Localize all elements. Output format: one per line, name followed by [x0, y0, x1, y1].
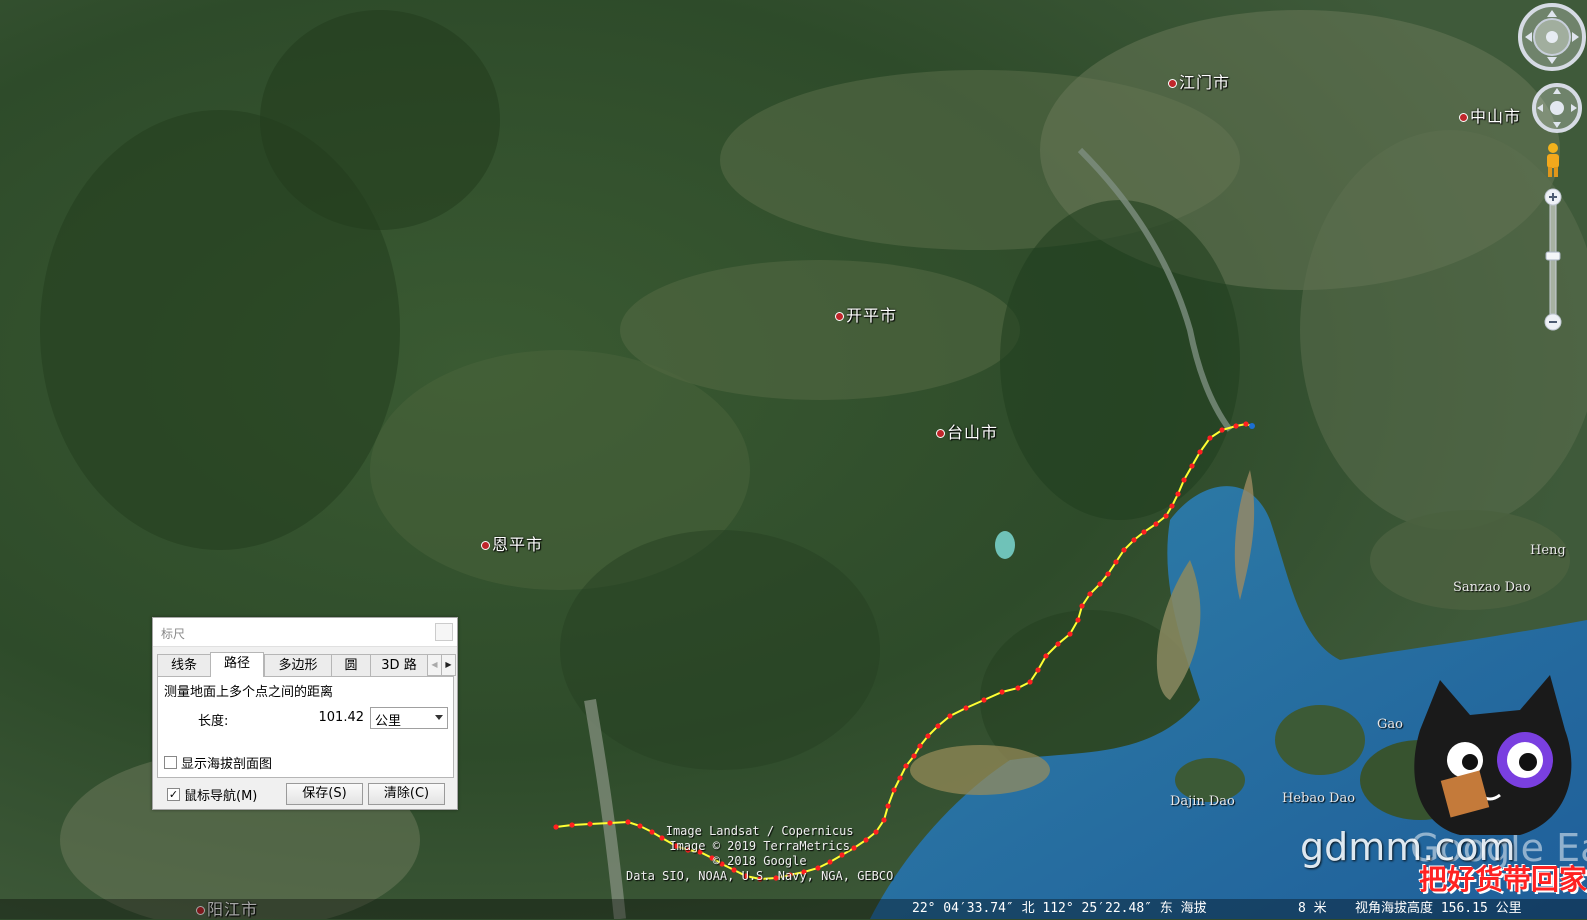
chevron-right-icon[interactable]: ▶ — [441, 654, 456, 676]
path-vertex[interactable] — [891, 787, 897, 793]
path-vertex[interactable] — [1015, 685, 1021, 691]
path-vertex[interactable] — [569, 822, 575, 828]
path-vertex[interactable] — [1189, 463, 1195, 469]
tab-scroller: ◀ ▶ — [427, 654, 456, 676]
status-bar: 22° 04′33.74″ 北 112° 25′22.48″ 东 海拔 8 米 … — [0, 899, 1587, 919]
place-marker-icon — [936, 429, 945, 438]
unit-selected: 公里 — [375, 714, 402, 729]
imagery-credits: Image Landsat / Copernicus Image © 2019 … — [626, 824, 894, 883]
path-vertex[interactable] — [1121, 547, 1127, 553]
path-vertex[interactable] — [1175, 491, 1181, 497]
path-vertex[interactable] — [881, 817, 887, 823]
path-vertex[interactable] — [897, 775, 903, 781]
elevation-profile-checkbox[interactable] — [164, 756, 177, 769]
path-vertex[interactable] — [1105, 571, 1111, 577]
unit-select[interactable]: 公里 — [370, 707, 448, 729]
city-label[interactable]: 台山市 — [936, 419, 998, 443]
path-vertex[interactable] — [999, 689, 1005, 695]
path-vertex[interactable] — [1169, 503, 1175, 509]
place-marker-icon — [1459, 113, 1468, 122]
path-vertex[interactable] — [1181, 477, 1187, 483]
save-button[interactable]: 保存(S) — [286, 783, 363, 805]
path-vertex[interactable] — [1067, 631, 1073, 637]
path-vertex[interactable] — [587, 821, 593, 827]
path-vertex[interactable] — [885, 803, 891, 809]
dialog-title: 标尺 — [161, 627, 186, 641]
tab-line[interactable]: 线条 — [157, 654, 211, 676]
tab-circle[interactable]: 圆 — [331, 654, 371, 676]
path-vertex[interactable] — [1087, 591, 1093, 597]
eye-altitude: 视角海拔高度 156.15 公里 — [1355, 901, 1522, 916]
pointer-coordinates: 22° 04′33.74″ 北 112° 25′22.48″ 东 海拔 — [912, 901, 1207, 916]
panel-description: 测量地面上多个点之间的距离 — [164, 685, 334, 700]
tab-polygon[interactable]: 多边形 — [264, 654, 332, 676]
path-vertex[interactable] — [1079, 603, 1085, 609]
path-vertex[interactable] — [935, 723, 941, 729]
mouse-navigation-checkbox[interactable]: ✓ — [167, 788, 180, 801]
length-label: 长度: — [198, 714, 229, 729]
dialog-titlebar[interactable]: 标尺 — [153, 618, 457, 647]
island-label: Sanzao Dao — [1453, 580, 1531, 595]
pointer-elevation: 8 米 — [1298, 901, 1327, 916]
mouse-navigation-label: 鼠标导航(M) — [184, 789, 258, 804]
chevron-left-icon[interactable]: ◀ — [427, 654, 442, 676]
city-label[interactable]: 恩平市 — [481, 531, 543, 555]
path-vertex[interactable] — [1153, 521, 1159, 527]
path-vertex[interactable] — [925, 733, 931, 739]
close-button[interactable] — [435, 623, 453, 641]
path-vertex[interactable] — [1097, 581, 1103, 587]
ruler-dialog[interactable]: 标尺 线条 路径 多边形 圆 3D 路 ◀ ▶ 测量地面上多个点之间的距离 长度… — [152, 617, 458, 810]
path-vertex[interactable] — [553, 824, 559, 830]
city-label[interactable]: 江门市 — [1168, 69, 1230, 93]
path-vertex[interactable] — [911, 753, 917, 759]
path-vertex[interactable] — [1113, 559, 1119, 565]
path-vertex[interactable] — [1207, 435, 1213, 441]
zoom-slider[interactable] — [1543, 188, 1563, 332]
path-vertex[interactable] — [1035, 667, 1041, 673]
city-label[interactable]: 开平市 — [835, 302, 897, 326]
path-vertex[interactable] — [1233, 423, 1239, 429]
island-label: Heng — [1530, 543, 1566, 558]
path-vertex[interactable] — [1043, 653, 1049, 659]
path-vertex[interactable] — [947, 713, 953, 719]
path-vertex[interactable] — [903, 763, 909, 769]
promo-banner: 把好货带回家 — [1418, 863, 1587, 896]
path-vertex[interactable] — [1075, 617, 1081, 623]
length-value: 101.42 — [318, 710, 365, 725]
path-vertex[interactable] — [1027, 679, 1033, 685]
place-marker-icon — [481, 541, 490, 550]
path-vertex[interactable] — [1131, 537, 1137, 543]
elevation-profile-label: 显示海拔剖面图 — [181, 757, 273, 772]
tab-path[interactable]: 路径 — [210, 652, 264, 677]
clear-button[interactable]: 清除(C) — [368, 783, 445, 805]
path-vertex[interactable] — [963, 705, 969, 711]
path-vertex[interactable] — [1055, 641, 1061, 647]
ruler-tabs: 线条 路径 多边形 圆 3D 路 ◀ ▶ — [157, 652, 456, 677]
path-vertex[interactable] — [917, 743, 923, 749]
island-label: Dajin Dao — [1170, 794, 1235, 809]
path-panel: 测量地面上多个点之间的距离 长度: 101.42 公里 显示海拔剖面图 — [157, 676, 454, 778]
place-marker-icon — [835, 312, 844, 321]
path-vertex[interactable] — [981, 697, 987, 703]
path-vertex[interactable] — [1141, 529, 1147, 535]
place-marker-icon — [1168, 79, 1177, 88]
tab-3d-path[interactable]: 3D 路 — [370, 654, 428, 676]
path-vertex[interactable] — [1219, 427, 1225, 433]
island-label: Hebao Dao — [1282, 791, 1356, 806]
path-vertex[interactable] — [1197, 449, 1203, 455]
move-joystick[interactable] — [1527, 82, 1587, 134]
path-vertex[interactable] — [1163, 513, 1169, 519]
path-vertex[interactable] — [1243, 421, 1249, 427]
look-joystick[interactable] — [1516, 2, 1587, 72]
path-vertex[interactable] — [1249, 423, 1255, 429]
chevron-down-icon — [435, 715, 443, 720]
city-label[interactable]: 中山市 — [1459, 103, 1521, 127]
street-view-pegman-icon[interactable] — [1543, 142, 1563, 178]
path-vertex[interactable] — [607, 820, 613, 826]
